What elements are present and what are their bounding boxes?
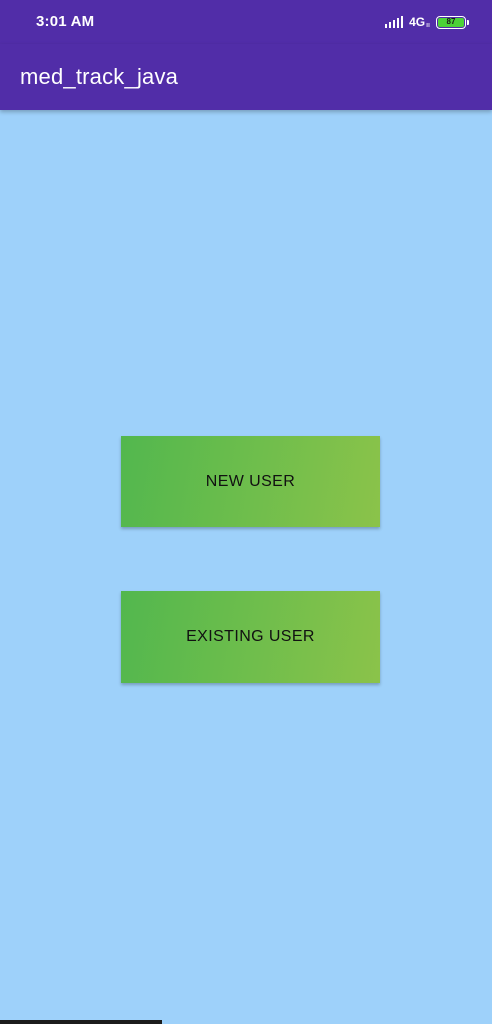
network-type-label: 4G ıı	[409, 15, 430, 29]
network-activity-icon: ıı	[426, 22, 430, 29]
status-icons: 4G ıı 87	[384, 12, 469, 32]
new-user-button[interactable]: NEW USER	[121, 436, 380, 527]
battery-level: 87	[438, 17, 464, 27]
status-bar: 3:01 AM 4G ıı 87	[0, 0, 492, 44]
existing-user-button[interactable]: EXISTING USER	[121, 591, 380, 683]
network-type-text: 4G	[409, 15, 426, 29]
app-bar: med_track_java	[0, 44, 492, 110]
status-time: 3:01 AM	[36, 13, 95, 30]
navigation-indicator	[0, 1020, 162, 1024]
app-title: med_track_java	[20, 64, 179, 89]
signal-bars-icon	[384, 16, 404, 28]
battery-icon: 87	[436, 15, 469, 29]
